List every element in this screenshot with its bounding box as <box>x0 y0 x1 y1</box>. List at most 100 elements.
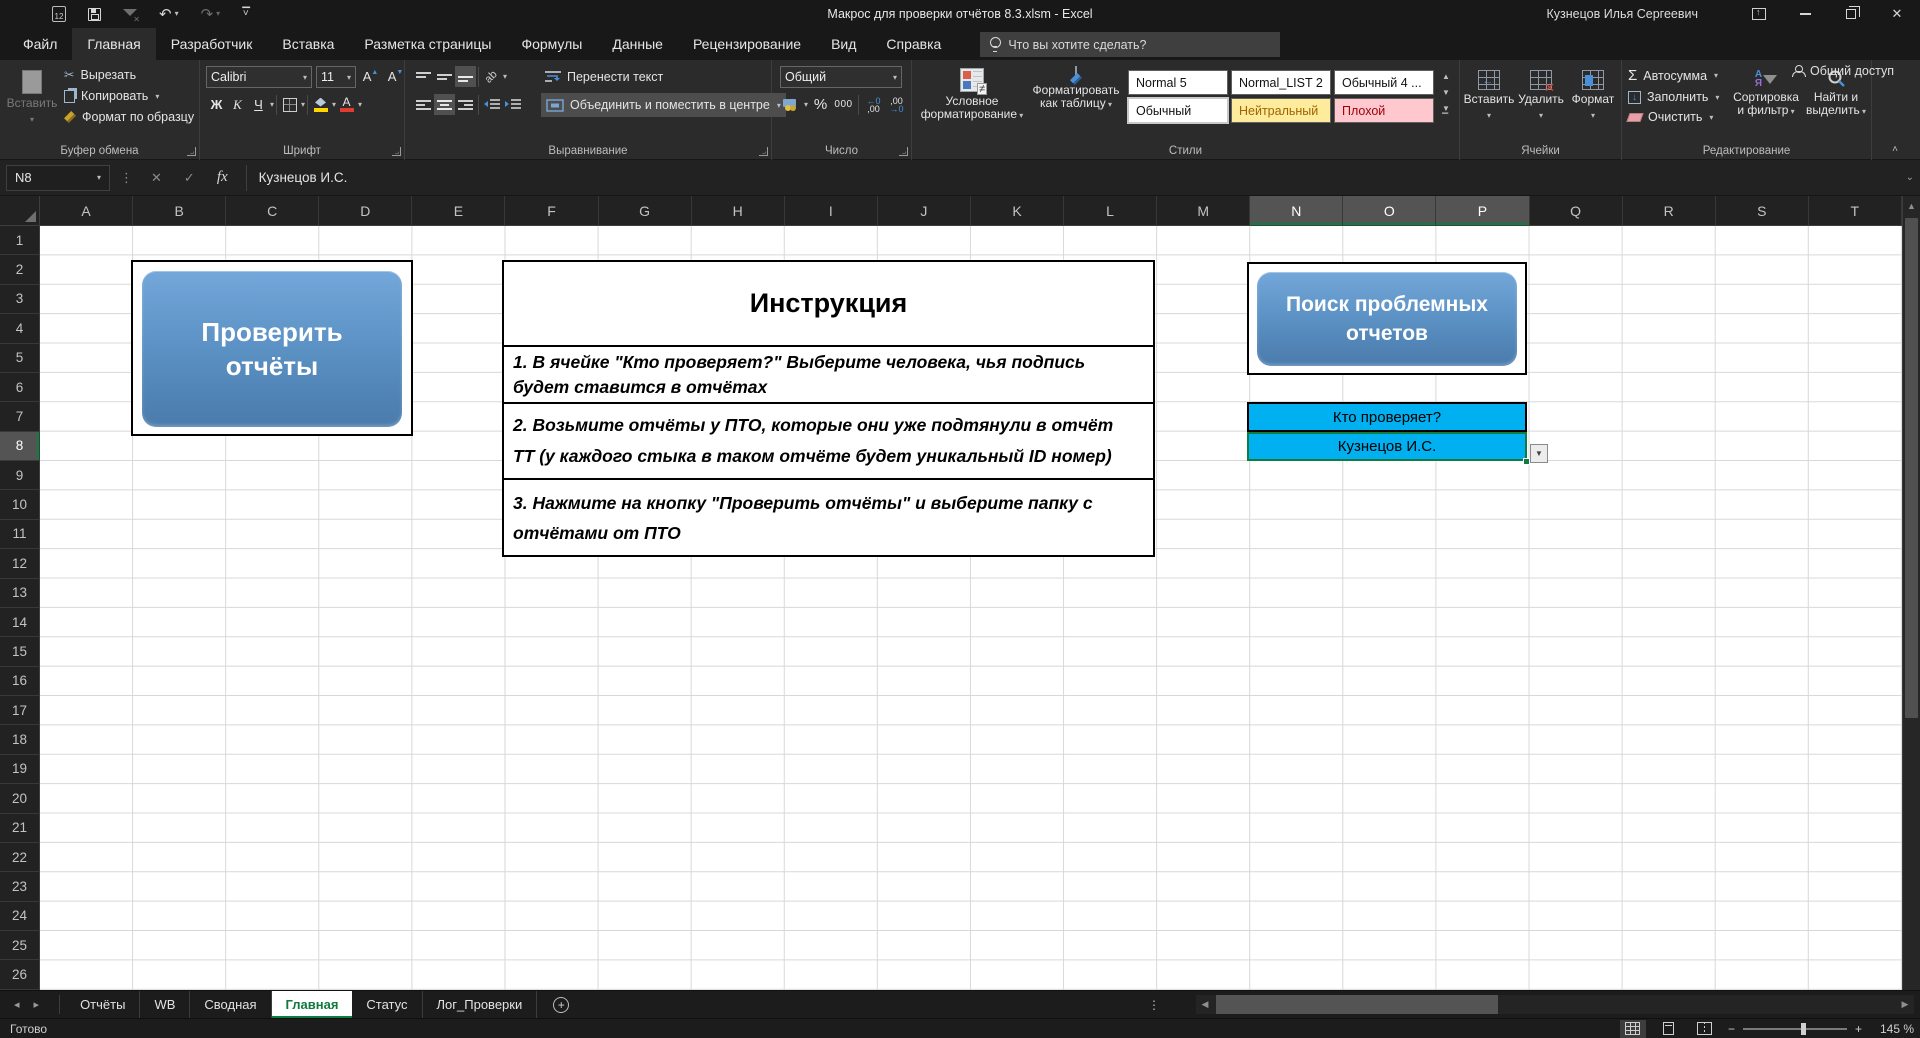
row-header-26[interactable]: 26 <box>0 960 39 989</box>
row-header-7[interactable]: 7 <box>0 402 39 431</box>
column-header-M[interactable]: M <box>1157 196 1250 225</box>
sheet-nav-right-icon[interactable]: ▸ <box>34 998 40 1011</box>
share-button[interactable]: Общий доступ <box>1792 64 1894 78</box>
column-header-K[interactable]: K <box>971 196 1064 225</box>
insert-cells-button[interactable]: ← Вставить▾ <box>1464 64 1514 122</box>
align-top-icon[interactable] <box>413 66 434 87</box>
tabbar-dots-icon[interactable]: ⋮ <box>1148 991 1160 1019</box>
zoom-out-icon[interactable]: − <box>1728 1022 1735 1036</box>
gallery-down-icon[interactable]: ▼ <box>1442 88 1450 97</box>
column-header-G[interactable]: G <box>599 196 692 225</box>
row-header-2[interactable]: 2 <box>0 255 39 284</box>
ribbon-tab-8[interactable]: Вид <box>816 28 871 60</box>
row-header-25[interactable]: 25 <box>0 931 39 960</box>
formula-bar-value[interactable]: Кузнецов И.С. <box>259 170 348 185</box>
sheet-nav-left-icon[interactable]: ◂ <box>14 998 20 1011</box>
row-header-19[interactable]: 19 <box>0 755 39 784</box>
clear-filter-icon[interactable] <box>123 8 137 21</box>
bold-button[interactable]: Ж <box>206 94 227 115</box>
account-name[interactable]: Кузнецов Илья Сергеевич <box>1547 7 1699 21</box>
customize-qat-icon[interactable]: ▔˅ <box>242 9 249 19</box>
paste-button[interactable]: Вставить▾ <box>6 64 58 126</box>
close-button[interactable]: ✕ <box>1874 0 1920 28</box>
column-header-R[interactable]: R <box>1623 196 1716 225</box>
font-color-icon[interactable]: А <box>336 94 357 115</box>
scroll-up-icon[interactable]: ▲ <box>1907 201 1916 211</box>
column-header-J[interactable]: J <box>878 196 971 225</box>
italic-button[interactable]: К <box>227 94 248 115</box>
column-header-O[interactable]: O <box>1343 196 1436 225</box>
row-header-4[interactable]: 4 <box>0 314 39 343</box>
row-header-6[interactable]: 6 <box>0 373 39 402</box>
check-reports-button[interactable]: Проверить отчёты <box>142 271 402 427</box>
new-sheet-button[interactable]: + <box>553 991 569 1018</box>
gallery-up-icon[interactable]: ▲ <box>1442 72 1450 81</box>
column-header-A[interactable]: A <box>40 196 133 225</box>
row-header-18[interactable]: 18 <box>0 725 39 754</box>
row-header-1[interactable]: 1 <box>0 226 39 255</box>
page-break-view-button[interactable] <box>1692 1020 1718 1038</box>
ribbon-tab-9[interactable]: Справка <box>871 28 956 60</box>
currency-format-icon[interactable] <box>780 94 801 115</box>
gallery-more-icon[interactable]: ▼▔ <box>1442 104 1450 122</box>
sheet-tab-Отчёты[interactable]: Отчёты <box>66 991 140 1018</box>
column-header-T[interactable]: T <box>1809 196 1902 225</box>
decrease-font-icon[interactable]: А▼ <box>385 66 406 87</box>
ribbon-tab-1[interactable]: Главная <box>72 28 155 60</box>
increase-decimal-icon[interactable]: ←0,00 <box>863 94 884 115</box>
cell-style-chip[interactable]: Нейтральный <box>1231 98 1331 123</box>
zoom-slider[interactable] <box>1743 1028 1847 1030</box>
format-painter-button[interactable]: Формат по образцу <box>64 110 194 124</box>
tell-me-search[interactable]: Что вы хотите сделать? <box>980 32 1280 57</box>
cell-style-chip[interactable]: Normal 5 <box>1128 70 1228 95</box>
increase-indent-icon[interactable] <box>502 94 523 115</box>
zoom-in-icon[interactable]: + <box>1855 1022 1862 1036</box>
align-bottom-icon[interactable] <box>455 66 476 87</box>
row-header-8[interactable]: 8 <box>0 432 39 461</box>
align-left-icon[interactable] <box>413 94 434 115</box>
cut-button[interactable]: ✂Вырезать <box>64 67 194 82</box>
decrease-decimal-icon[interactable]: ,00→0 <box>886 94 907 115</box>
format-as-table-button[interactable]: Форматироватькак таблицу ▾ <box>1028 62 1124 111</box>
ribbon-tab-4[interactable]: Разметка страницы <box>349 28 506 60</box>
horizontal-scroll-thumb[interactable] <box>1216 995 1498 1014</box>
borders-icon[interactable] <box>279 94 300 115</box>
collapse-ribbon-icon[interactable]: ˄ <box>1892 144 1898 155</box>
row-header-5[interactable]: 5 <box>0 344 39 373</box>
zoom-level[interactable]: 145 % <box>1872 1022 1914 1036</box>
row-header-20[interactable]: 20 <box>0 784 39 813</box>
row-header-9[interactable]: 9 <box>0 461 39 490</box>
row-header-15[interactable]: 15 <box>0 637 39 666</box>
row-header-16[interactable]: 16 <box>0 667 39 696</box>
font-name-select[interactable]: Calibri▾ <box>206 66 312 88</box>
vertical-scroll-thumb[interactable] <box>1905 218 1918 718</box>
fill-handle[interactable] <box>1523 458 1530 465</box>
row-header-13[interactable]: 13 <box>0 579 39 608</box>
align-center-icon[interactable] <box>434 94 455 115</box>
format-cells-button[interactable]: Формат▾ <box>1568 64 1618 122</box>
ribbon-display-options-button[interactable] <box>1736 0 1782 28</box>
font-size-select[interactable]: 11▾ <box>316 66 356 88</box>
cancel-entry-icon[interactable]: ✕ <box>151 170 162 186</box>
page-layout-view-button[interactable] <box>1656 1020 1682 1038</box>
column-header-B[interactable]: B <box>133 196 226 225</box>
orientation-icon[interactable]: ab <box>481 66 502 87</box>
autosum-button[interactable]: ΣАвтосумма▾ <box>1628 67 1719 84</box>
column-header-N[interactable]: N <box>1250 196 1343 225</box>
alignment-dialog-launcher[interactable] <box>759 147 768 156</box>
clipboard-dialog-launcher[interactable] <box>187 147 196 156</box>
sheet-tab-Главная[interactable]: Главная <box>272 991 353 1018</box>
font-dialog-launcher[interactable] <box>392 147 401 156</box>
name-box-splitter[interactable]: ⋮ <box>120 170 133 186</box>
delete-cells-button[interactable]: ✕ Удалить▾ <box>1516 64 1566 122</box>
row-header-10[interactable]: 10 <box>0 490 39 519</box>
column-header-I[interactable]: I <box>785 196 878 225</box>
wrap-text-button[interactable]: Перенести текст <box>545 70 663 84</box>
redo-icon[interactable]: ↷▾ <box>201 7 221 22</box>
fill-color-icon[interactable] <box>310 94 331 115</box>
merge-center-button[interactable]: Объединить и поместить в центре▾ <box>541 93 786 117</box>
ribbon-tab-7[interactable]: Рецензирование <box>678 28 816 60</box>
save-icon[interactable] <box>88 8 101 21</box>
column-header-D[interactable]: D <box>319 196 412 225</box>
conditional-formatting-button[interactable]: ≠ Условноеформатирование ▾ <box>920 62 1024 122</box>
